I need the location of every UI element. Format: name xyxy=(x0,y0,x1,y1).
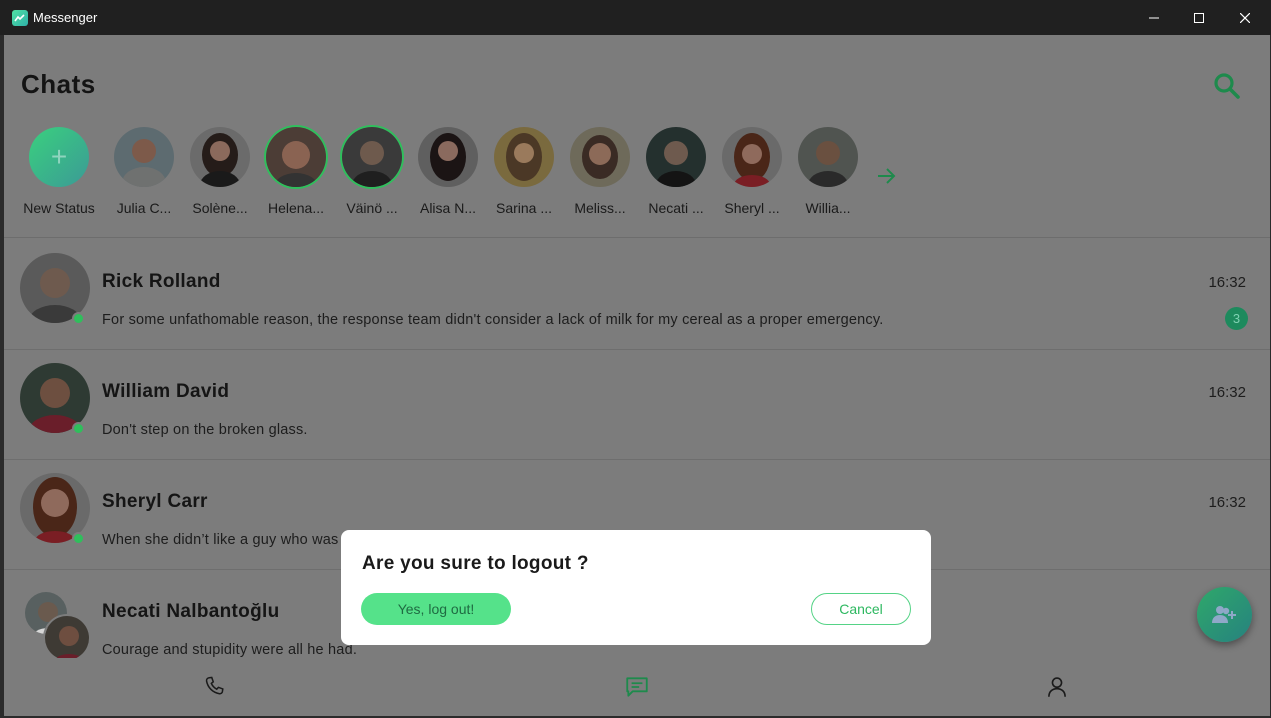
profile-icon[interactable] xyxy=(1044,674,1070,700)
arrow-right-icon[interactable] xyxy=(875,166,899,191)
story-avatar xyxy=(418,127,478,187)
story-avatar xyxy=(114,127,174,187)
plus-icon: + xyxy=(50,141,68,172)
close-button[interactable] xyxy=(1222,0,1268,35)
timestamp: 16:32 xyxy=(1208,494,1246,511)
new-status-button[interactable]: + New Status xyxy=(19,127,99,216)
group-avatar xyxy=(20,590,92,662)
story-label: Helena... xyxy=(267,200,325,216)
avatar xyxy=(43,614,91,662)
story-avatar xyxy=(342,127,402,187)
messenger-window: Messenger Chats + New Status Julia C... xyxy=(0,0,1271,718)
chat-item[interactable]: William David 16:32 Don't step on the br… xyxy=(4,350,1270,460)
contact-name: William David xyxy=(102,381,230,402)
story-item[interactable]: Julia C... xyxy=(104,127,184,216)
story-avatar xyxy=(494,127,554,187)
story-item[interactable]: Necati ... xyxy=(636,127,716,216)
phone-icon[interactable] xyxy=(202,674,228,700)
divider xyxy=(4,237,1270,238)
maximize-icon xyxy=(1194,12,1204,23)
online-indicator xyxy=(72,532,85,545)
story-item[interactable]: Meliss... xyxy=(560,127,640,216)
message-preview: For some unfathomable reason, the respon… xyxy=(102,312,884,328)
contact-name: Rick Rolland xyxy=(102,271,221,292)
story-item[interactable]: Helena... xyxy=(256,127,336,216)
chat-icon[interactable] xyxy=(624,674,650,700)
story-avatar xyxy=(798,127,858,187)
title-bar: Messenger xyxy=(0,0,1271,35)
story-label: New Status xyxy=(23,200,95,216)
story-item[interactable]: Solène... xyxy=(180,127,260,216)
window-title: Messenger xyxy=(33,10,98,25)
add-contact-button[interactable] xyxy=(1197,587,1252,642)
story-label: Meliss... xyxy=(574,200,626,216)
story-label: Necati ... xyxy=(648,200,704,216)
story-label: Sarina ... xyxy=(495,200,553,216)
stories-bar: + New Status Julia C... Solène... Helena… xyxy=(4,127,1270,227)
logout-dialog: Are you sure to logout ? Yes, log out! C… xyxy=(341,530,931,645)
story-label: Alisa N... xyxy=(419,200,476,216)
dialog-title: Are you sure to logout ? xyxy=(362,553,589,574)
story-label: Väinö ... xyxy=(346,200,398,216)
message-preview: Don't step on the broken glass. xyxy=(102,422,308,438)
contact-name: Necati Nalbantoğlu xyxy=(102,601,280,622)
online-indicator xyxy=(72,422,85,435)
story-avatar xyxy=(722,127,782,187)
story-item[interactable]: Väinö ... xyxy=(332,127,412,216)
unread-badge: 3 xyxy=(1225,307,1248,330)
new-status-avatar: + xyxy=(29,127,89,187)
story-label: Willia... xyxy=(805,200,851,216)
maximize-button[interactable] xyxy=(1176,0,1222,35)
story-label: Solène... xyxy=(192,200,248,216)
online-indicator xyxy=(72,312,85,325)
cancel-button[interactable]: Cancel xyxy=(811,593,911,625)
story-avatar xyxy=(570,127,630,187)
confirm-logout-button[interactable]: Yes, log out! xyxy=(361,593,511,625)
story-label: Sheryl ... xyxy=(724,200,780,216)
close-icon xyxy=(1240,12,1250,23)
contact-name: Sheryl Carr xyxy=(102,491,208,512)
story-avatar xyxy=(266,127,326,187)
chat-item[interactable]: Rick Rolland 16:32 For some unfathomable… xyxy=(4,240,1270,350)
story-item[interactable]: Sarina ... xyxy=(484,127,564,216)
story-item[interactable]: Sheryl ... xyxy=(712,127,792,216)
story-item[interactable]: Willia... xyxy=(788,127,868,216)
bottom-navigation xyxy=(4,658,1270,716)
search-icon[interactable] xyxy=(1212,71,1242,101)
page-title: Chats xyxy=(21,69,96,99)
minimize-button[interactable] xyxy=(1131,0,1177,35)
story-avatar xyxy=(646,127,706,187)
minimize-icon xyxy=(1149,17,1159,18)
add-user-icon xyxy=(1211,605,1236,623)
story-item[interactable]: Alisa N... xyxy=(408,127,488,216)
story-label: Julia C... xyxy=(116,200,172,216)
timestamp: 16:32 xyxy=(1208,384,1246,401)
messenger-logo-icon xyxy=(12,10,28,26)
message-preview: Courage and stupidity were all he had. xyxy=(102,642,358,658)
story-avatar xyxy=(190,127,250,187)
timestamp: 16:32 xyxy=(1208,274,1246,291)
